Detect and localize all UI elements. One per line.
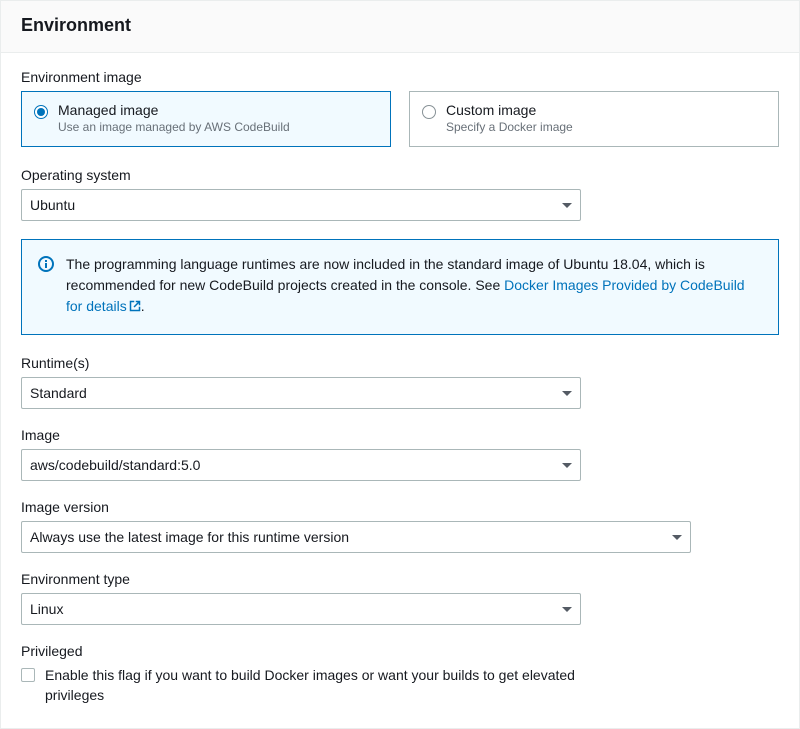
image-value: aws/codebuild/standard:5.0 [30, 457, 200, 473]
chevron-down-icon [562, 607, 572, 612]
external-link-icon [129, 297, 141, 318]
image-version-group: Image version Always use the latest imag… [21, 499, 779, 553]
info-text-after: . [141, 298, 145, 314]
privileged-group: Privileged Enable this flag if you want … [21, 643, 779, 706]
operating-system-label: Operating system [21, 167, 779, 183]
custom-image-card[interactable]: Custom image Specify a Docker image [409, 91, 779, 147]
privileged-checkbox-row: Enable this flag if you want to build Do… [21, 665, 779, 706]
chevron-down-icon [562, 391, 572, 396]
panel-body: Environment image Managed image Use an i… [1, 53, 799, 728]
operating-system-value: Ubuntu [30, 197, 75, 213]
panel-header: Environment [1, 1, 799, 53]
privileged-label: Privileged [21, 643, 779, 659]
environment-image-options: Managed image Use an image managed by AW… [21, 91, 779, 147]
environment-type-value: Linux [30, 601, 63, 617]
runtime-value: Standard [30, 385, 87, 401]
privileged-checkbox-label: Enable this flag if you want to build Do… [45, 665, 585, 706]
image-version-value: Always use the latest image for this run… [30, 529, 349, 545]
radio-icon [422, 105, 436, 119]
runtime-group: Runtime(s) Standard [21, 355, 779, 409]
radio-icon [34, 105, 48, 119]
image-group: Image aws/codebuild/standard:5.0 [21, 427, 779, 481]
environment-image-label: Environment image [21, 69, 779, 85]
environment-type-label: Environment type [21, 571, 779, 587]
operating-system-select[interactable]: Ubuntu [21, 189, 581, 221]
environment-panel: Environment Environment image Managed im… [0, 0, 800, 729]
chevron-down-icon [672, 535, 682, 540]
managed-image-desc: Use an image managed by AWS CodeBuild [58, 120, 290, 134]
custom-image-title: Custom image [446, 102, 573, 118]
panel-title: Environment [21, 15, 779, 36]
image-version-label: Image version [21, 499, 779, 515]
runtime-select[interactable]: Standard [21, 377, 581, 409]
environment-type-group: Environment type Linux [21, 571, 779, 625]
environment-type-select[interactable]: Linux [21, 593, 581, 625]
privileged-checkbox[interactable] [21, 668, 35, 682]
image-select[interactable]: aws/codebuild/standard:5.0 [21, 449, 581, 481]
chevron-down-icon [562, 463, 572, 468]
image-version-select[interactable]: Always use the latest image for this run… [21, 521, 691, 553]
managed-image-title: Managed image [58, 102, 290, 118]
info-text: The programming language runtimes are no… [66, 254, 762, 318]
info-alert: The programming language runtimes are no… [21, 239, 779, 335]
custom-image-desc: Specify a Docker image [446, 120, 573, 134]
runtime-label: Runtime(s) [21, 355, 779, 371]
environment-image-group: Environment image Managed image Use an i… [21, 69, 779, 147]
image-label: Image [21, 427, 779, 443]
chevron-down-icon [562, 203, 572, 208]
operating-system-group: Operating system Ubuntu [21, 167, 779, 221]
managed-image-card[interactable]: Managed image Use an image managed by AW… [21, 91, 391, 147]
info-icon [38, 256, 54, 318]
